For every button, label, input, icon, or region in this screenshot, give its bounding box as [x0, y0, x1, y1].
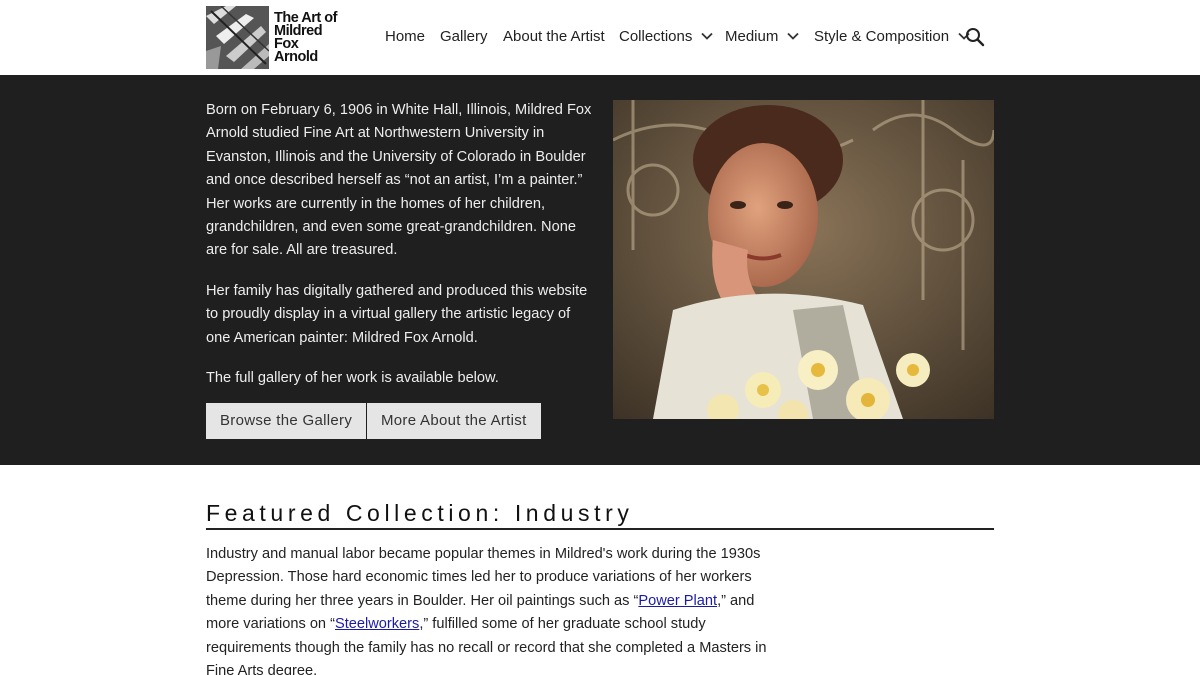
hero-section: Born on February 6, 1906 in White Hall, … — [0, 75, 1200, 465]
hero-paragraph-1: Born on February 6, 1906 in White Hall, … — [206, 102, 592, 259]
featured-collection-title: Featured Collection: Industry — [206, 500, 634, 526]
hero-paragraph-3: The full gallery of her work is availabl… — [206, 370, 499, 387]
nav-style-composition[interactable]: Style & Composition — [814, 26, 971, 48]
featured-divider — [206, 528, 994, 530]
search-icon — [966, 28, 985, 47]
search-button[interactable] — [964, 26, 986, 48]
featured-collection-text: Industry and manual labor became popular… — [206, 543, 771, 675]
chevron-down-icon — [787, 32, 799, 40]
nav-home[interactable]: Home — [385, 26, 425, 48]
power-plant-link[interactable]: Power Plant — [638, 593, 717, 609]
nav-medium-label: Medium — [725, 28, 779, 45]
nav-gallery[interactable]: Gallery — [440, 26, 488, 48]
nav-collections[interactable]: Collections — [619, 26, 714, 48]
hero-paragraph-2: Her family has digitally gathered and pr… — [206, 282, 588, 346]
nav-style-composition-label: Style & Composition — [814, 28, 950, 45]
steelworkers-link[interactable]: Steelworkers — [335, 616, 419, 632]
main-nav: Home Gallery About the Artist Collection… — [0, 26, 1200, 48]
chevron-down-icon — [701, 32, 714, 40]
about-artist-button[interactable]: More About the Artist — [367, 403, 541, 439]
site-header: The Art of Mildred Fox Arnold Home Galle… — [0, 0, 1200, 75]
nav-medium[interactable]: Medium — [725, 26, 800, 48]
artist-portrait-photo — [613, 100, 994, 419]
nav-collections-label: Collections — [619, 28, 693, 45]
browse-gallery-button[interactable]: Browse the Gallery — [206, 403, 367, 439]
hero-text: Born on February 6, 1906 in White Hall, … — [206, 99, 596, 407]
logo-line-4: Arnold — [274, 48, 318, 65]
nav-about-the-artist[interactable]: About the Artist — [503, 26, 605, 48]
